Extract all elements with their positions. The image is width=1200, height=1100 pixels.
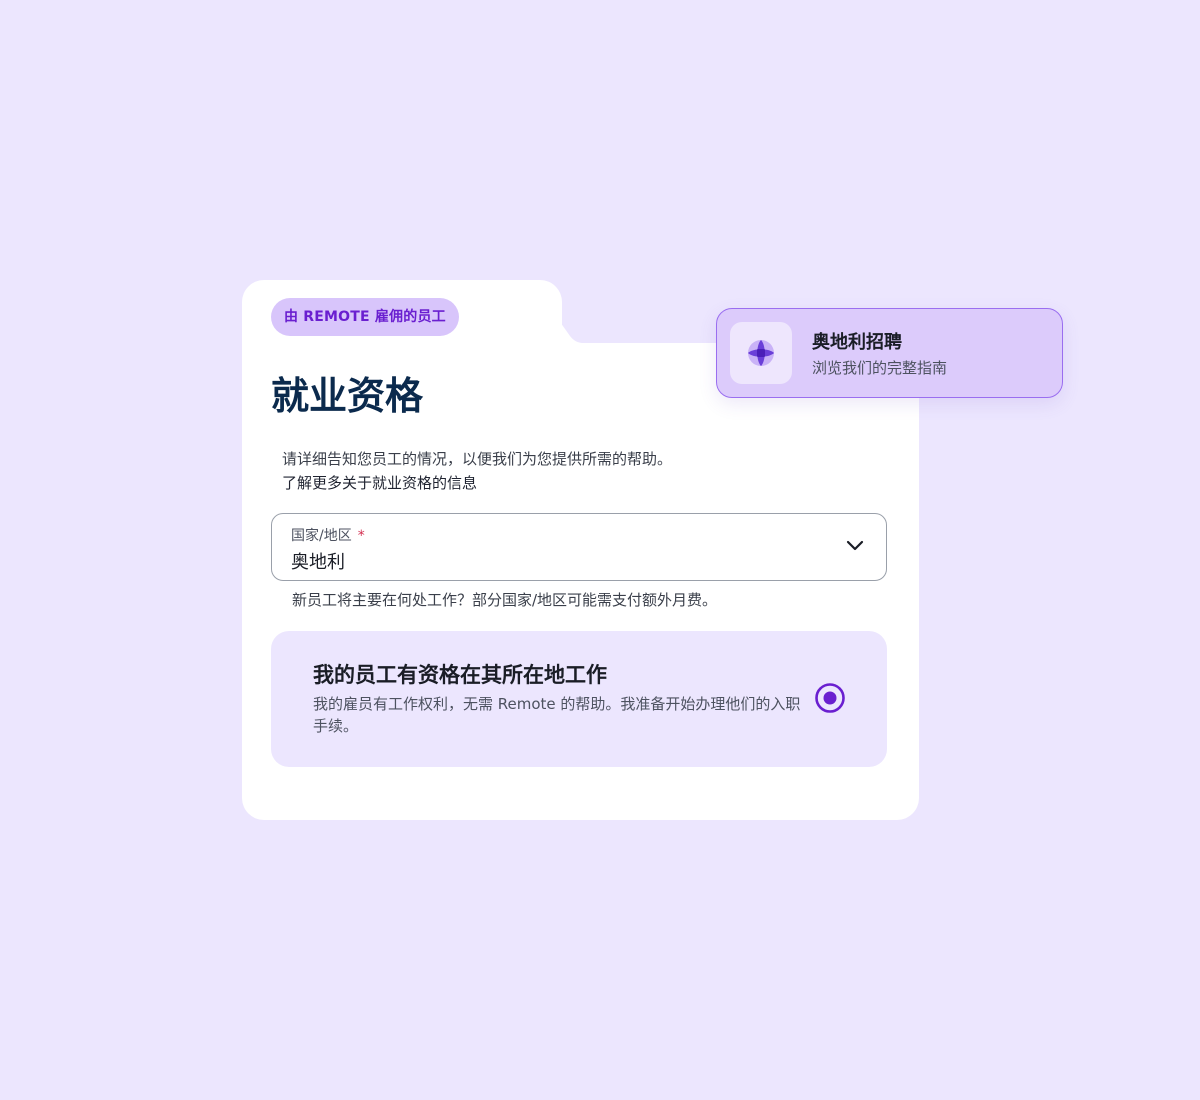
page-title: 就业资格	[271, 374, 424, 418]
page-description: 请详细告知您员工的情况，以便我们为您提供所需的帮助。	[282, 450, 673, 468]
country-select-label: 国家/地区 *	[291, 525, 365, 545]
required-marker: *	[357, 528, 365, 544]
country-select-value: 奥地利	[291, 552, 345, 573]
option-description: 我的雇员有工作权利，无需 Remote 的帮助。我准备开始办理他们的入职手续。	[313, 695, 801, 735]
globe-icon	[748, 340, 774, 366]
promo-title: 奥地利招聘	[812, 332, 902, 353]
option-title: 我的员工有资格在其所在地工作	[313, 663, 607, 687]
promo-subtitle: 浏览我们的完整指南	[812, 359, 948, 377]
country-helper-text: 新员工将主要在何处工作？部分国家/地区可能需支付额外月费。	[292, 591, 718, 609]
eligibility-option[interactable]: 我的员工有资格在其所在地工作 我的雇员有工作权利，无需 Remote 的帮助。我…	[271, 631, 887, 767]
promo-icon-box	[730, 322, 792, 384]
hiring-guide-promo[interactable]: 奥地利招聘 浏览我们的完整指南	[716, 308, 1063, 398]
country-select[interactable]: 国家/地区 * 奥地利	[271, 513, 887, 581]
country-label-text: 国家/地区	[291, 528, 352, 544]
learn-more-link[interactable]: 了解更多关于就业资格的信息	[282, 471, 477, 495]
radio-selected-icon[interactable]	[815, 683, 845, 713]
card-tab-slope	[500, 280, 590, 344]
chevron-down-icon[interactable]	[846, 540, 864, 552]
employer-badge: 由 REMOTE 雇佣的员工	[271, 298, 459, 336]
